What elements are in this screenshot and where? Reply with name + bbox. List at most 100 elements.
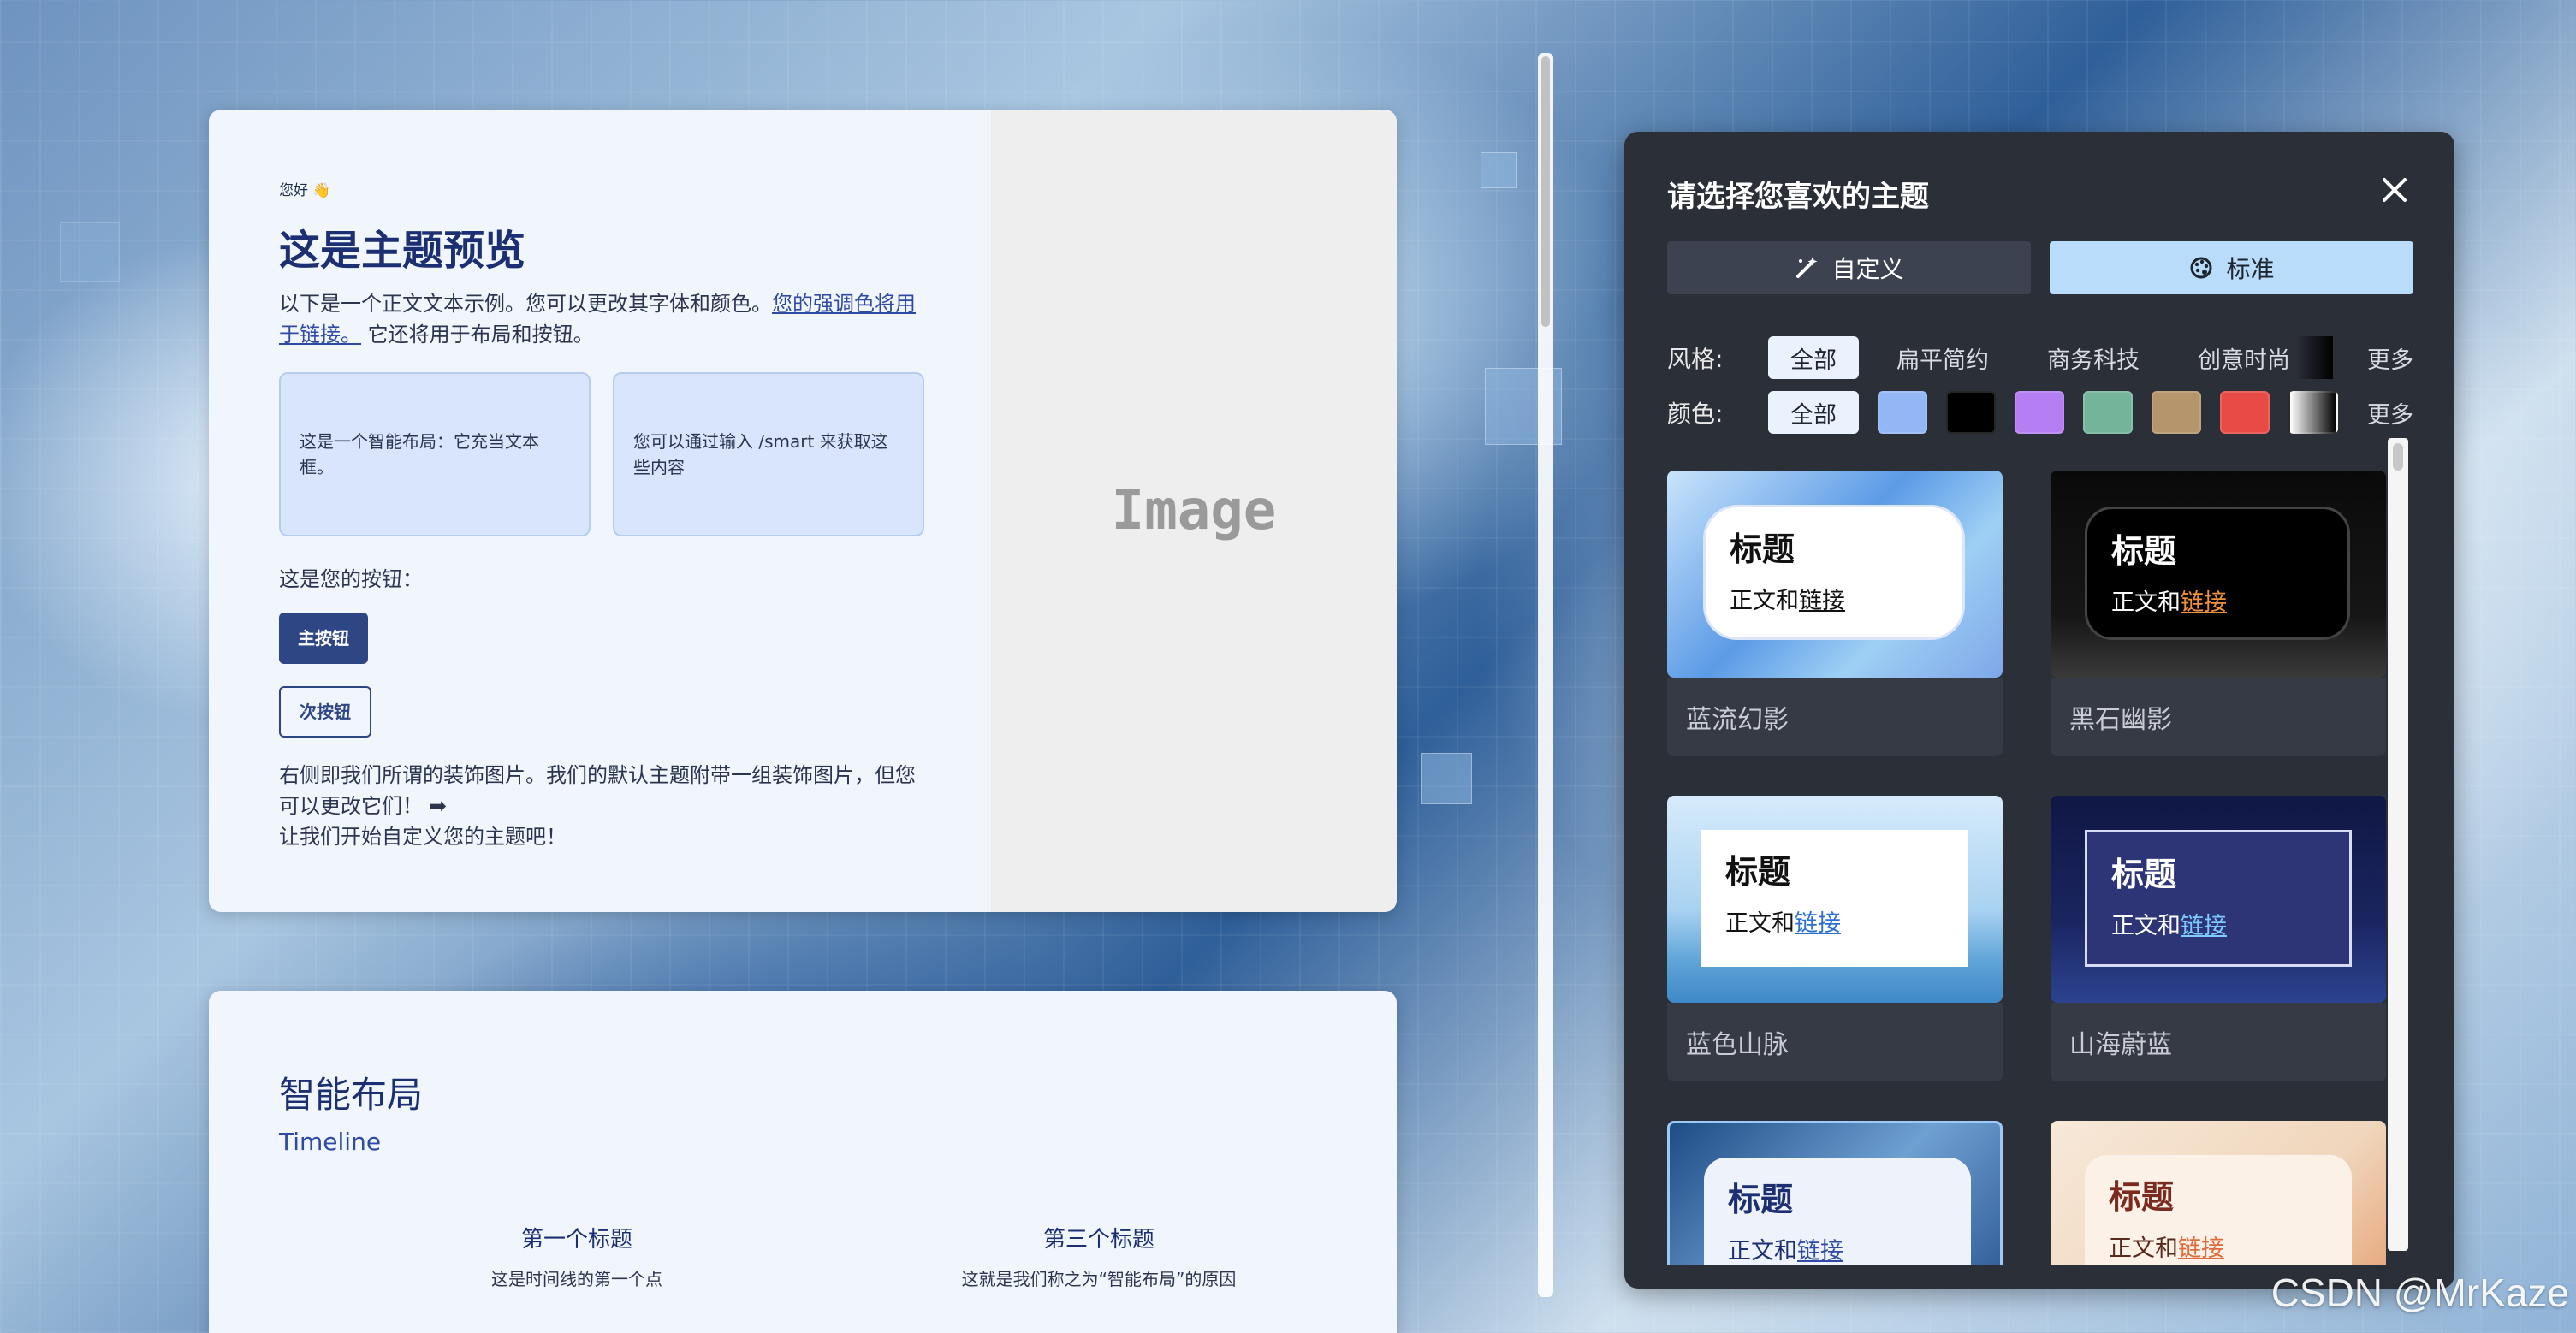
secondary-button[interactable]: 次按钮 — [279, 686, 371, 738]
theme-card-lanliu[interactable]: 标题 正文和链接 蓝流幻影 — [1667, 471, 2003, 756]
body-text: 以下是一个正文文本示例。您可以更改其字体和颜色。您的强调色将用于链接。 它还将用… — [279, 288, 929, 350]
watermark: CSDN @MrKaze — [2270, 1271, 2569, 1315]
theme-thumbnail: 标题 正文和链接 — [1667, 1121, 2003, 1265]
thumb-body: 正文和链接 — [1728, 1232, 1947, 1265]
thumb-link: 链接 — [1797, 1238, 1843, 1265]
timeline-heading: 第三个标题 — [1042, 1227, 1154, 1253]
theme-thumbnail: 标题 正文和链接 — [2051, 796, 2386, 1003]
tab-standard[interactable]: 标准 — [2050, 241, 2413, 294]
theme-card-shanhai[interactable]: 标题 正文和链接 山海蔚蓝 — [2051, 796, 2386, 1081]
thumb-body-text: 正文和 — [2111, 589, 2181, 616]
theme-grid-scrollbar[interactable] — [2388, 438, 2408, 1251]
background-cube — [1481, 152, 1517, 188]
thumb-sample-box: 标题 正文和链接 — [2085, 1155, 2352, 1265]
thumb-body-text: 正文和 — [1725, 910, 1795, 937]
smart-layout-boxes: 这是一个智能布局：它充当文本框。 您可以通过输入 /smart 来获取这些内容 — [279, 372, 929, 536]
theme-thumbnail: 标题 正文和链接 — [1667, 471, 2003, 678]
color-swatch-red[interactable] — [2220, 391, 2270, 434]
thumb-sample-box: 标题 正文和链接 — [1704, 1158, 1971, 1265]
background-cube — [1421, 753, 1472, 804]
image-placeholder-label: Image — [1111, 479, 1277, 542]
color-swatch-black[interactable] — [1946, 391, 1996, 434]
color-swatch-gradient[interactable] — [2288, 391, 2338, 434]
thumb-title: 标题 — [2111, 532, 2177, 570]
thumb-sample-box: 标题 正文和链接 — [1701, 830, 1968, 967]
color-filter-label: 颜色: — [1667, 400, 1724, 428]
color-swatch-purple[interactable] — [2015, 391, 2064, 434]
preview-title: 这是主题预览 — [279, 227, 526, 275]
theme-grid-scrollbar-thumb[interactable] — [2393, 443, 2403, 471]
thumb-body-text: 正文和 — [2109, 1235, 2178, 1262]
tab-standard-label: 标准 — [2226, 255, 2275, 283]
tab-custom[interactable]: 自定义 — [1667, 241, 2031, 294]
thumb-sample-box: 标题 正文和链接 — [1703, 505, 1965, 640]
closing-line: 让我们开始自定义您的主题吧！ — [279, 825, 567, 849]
thumb-link: 链接 — [2178, 1235, 2224, 1262]
style-filter-more[interactable]: 更多 — [2367, 341, 2413, 375]
timeline-item: 第三个标题 这就是我们称之为“智能布局”的原因 — [859, 1222, 1338, 1290]
style-option[interactable]: 创意时尚 — [2198, 341, 2290, 375]
theme-card-warm[interactable]: 标题 正文和链接 — [2051, 1121, 2386, 1265]
thumb-body: 正文和链接 — [2109, 1229, 2328, 1263]
thumb-body: 正文和链接 — [1725, 904, 1944, 938]
thumb-body-text: 正文和 — [2111, 913, 2181, 939]
style-filter-label: 风格: — [1667, 345, 1724, 373]
smart-layout-subtitle: Timeline — [279, 1128, 382, 1156]
theme-thumbnail: 标题 正文和链接 — [2051, 471, 2386, 678]
theme-card-selected[interactable]: 标题 正文和链接 — [1667, 1121, 2003, 1265]
dialog-title: 请选择您喜欢的主题 — [1667, 180, 1929, 214]
theme-name: 蓝流幻影 — [1667, 678, 2003, 756]
greeting-text: 您好 👋 — [279, 182, 331, 199]
theme-selector-dialog: 请选择您喜欢的主题 自定义 标准 风格: 全部 扁平简约 商务科技 创意时尚 更… — [1624, 132, 2454, 1289]
timeline-item: 第一个标题 这是时间线的第一个点 — [337, 1222, 816, 1290]
thumb-title: 标题 — [2111, 856, 2177, 893]
color-swatch-green[interactable] — [2083, 391, 2133, 434]
body-text-prefix: 以下是一个正文文本示例。您可以更改其字体和颜色。 — [279, 292, 772, 316]
thumb-body-text: 正文和 — [1728, 1238, 1797, 1265]
theme-grid: 标题 正文和链接 蓝流幻影 标题 正文和链接 黑石幽影 标题 正文和链接 蓝色山… — [1667, 471, 2413, 1265]
preview-content: 您好 👋 这是主题预览 以下是一个正文文本示例。您可以更改其字体和颜色。您的强调… — [279, 178, 929, 852]
palette-icon — [2190, 257, 2212, 279]
timeline-heading: 第一个标题 — [520, 1227, 632, 1253]
thumb-title: 标题 — [1730, 530, 1795, 568]
thumb-title: 标题 — [1725, 853, 1791, 891]
closing-text: 右侧即我们所谓的装饰图片。我们的默认主题附带一组装饰图片，但您可以更改它们！ ➡… — [279, 760, 929, 852]
main-scrollbar-thumb[interactable] — [1541, 56, 1550, 327]
thumb-body: 正文和链接 — [2111, 907, 2325, 940]
decorative-image-placeholder: Image — [991, 110, 1397, 912]
thumb-link: 链接 — [1799, 588, 1845, 614]
color-filter-all[interactable]: 全部 — [1768, 391, 1859, 434]
theme-thumbnail: 标题 正文和链接 — [2051, 1121, 2386, 1265]
smart-layout-card: 智能布局 Timeline 第一个标题 这是时间线的第一个点 第三个标题 这就是… — [209, 991, 1397, 1333]
smart-layout-title: 智能布局 — [279, 1074, 424, 1116]
body-text-suffix: 它还将用于布局和按钮。 — [361, 323, 594, 347]
tab-custom-label: 自定义 — [1831, 255, 1904, 283]
style-option[interactable]: 商务科技 — [2047, 341, 2140, 375]
buttons-label: 这是您的按钮： — [279, 567, 423, 591]
theme-name: 山海蔚蓝 — [2051, 1003, 2386, 1081]
color-swatch-brown[interactable] — [2152, 391, 2201, 434]
magic-wand-icon — [1796, 257, 1818, 278]
thumb-title: 标题 — [2109, 1178, 2175, 1216]
timeline-desc: 这是时间线的第一个点 — [491, 1269, 662, 1289]
theme-card-heishi[interactable]: 标题 正文和链接 黑石幽影 — [2051, 471, 2386, 756]
thumb-sample-box: 标题 正文和链接 — [2085, 507, 2350, 640]
theme-tabs: 自定义 标准 — [1667, 241, 2413, 294]
thumb-sample-box: 标题 正文和链接 — [2085, 830, 2352, 967]
smart-box: 这是一个智能布局：它充当文本框。 — [279, 372, 591, 536]
thumb-link: 链接 — [2181, 589, 2227, 616]
style-option[interactable]: 扁平简约 — [1896, 341, 1989, 375]
timeline-desc: 这就是我们称之为“智能布局”的原因 — [961, 1269, 1237, 1289]
background-cube — [60, 222, 120, 282]
style-filter-all[interactable]: 全部 — [1768, 336, 1859, 379]
scroll-fade — [2295, 336, 2333, 379]
primary-button[interactable]: 主按钮 — [279, 613, 368, 664]
color-filter-more[interactable]: 更多 — [2367, 396, 2413, 430]
theme-card-lanse-shanmai[interactable]: 标题 正文和链接 蓝色山脉 — [1667, 796, 2003, 1081]
thumb-link: 链接 — [2181, 913, 2227, 939]
color-swatch-blue[interactable] — [1878, 391, 1927, 434]
theme-thumbnail: 标题 正文和链接 — [1667, 796, 2003, 1003]
style-filter-row: 风格: 全部 扁平简约 商务科技 创意时尚 更多 — [1667, 335, 2413, 380]
theme-preview-card: 您好 👋 这是主题预览 以下是一个正文文本示例。您可以更改其字体和颜色。您的强调… — [209, 110, 1397, 912]
close-icon[interactable] — [2377, 173, 2412, 207]
